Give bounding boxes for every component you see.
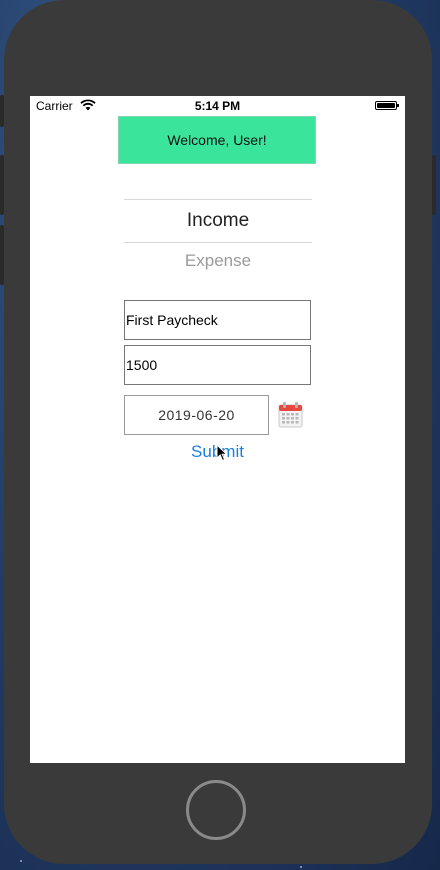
battery-icon: [375, 101, 399, 110]
date-field[interactable]: 2019-06-20: [124, 395, 269, 435]
mouse-cursor-icon: [216, 444, 228, 462]
transaction-name-input[interactable]: [124, 300, 311, 340]
volume-down-button: [0, 225, 4, 285]
app-screen: Carrier 5:14 PM Welcome, User! Income Ex…: [30, 96, 405, 763]
home-button[interactable]: [186, 780, 246, 840]
status-time: 5:14 PM: [194, 99, 241, 113]
star: [20, 860, 22, 862]
calendar-icon[interactable]: [278, 401, 303, 428]
income-expense-segment: Income Expense: [124, 199, 312, 279]
status-bar: Carrier 5:14 PM: [30, 96, 405, 116]
mute-switch: [0, 95, 4, 127]
tab-expense[interactable]: Expense: [124, 243, 312, 279]
power-button: [432, 155, 436, 215]
volume-up-button: [0, 155, 4, 215]
amount-input[interactable]: [124, 345, 311, 385]
date-value: 2019-06-20: [158, 407, 235, 423]
welcome-text: Welcome, User!: [167, 132, 267, 148]
star: [300, 866, 302, 868]
tab-income[interactable]: Income: [124, 200, 312, 242]
desktop-background: Carrier 5:14 PM Welcome, User! Income Ex…: [0, 0, 440, 870]
welcome-banner: Welcome, User!: [118, 116, 316, 164]
